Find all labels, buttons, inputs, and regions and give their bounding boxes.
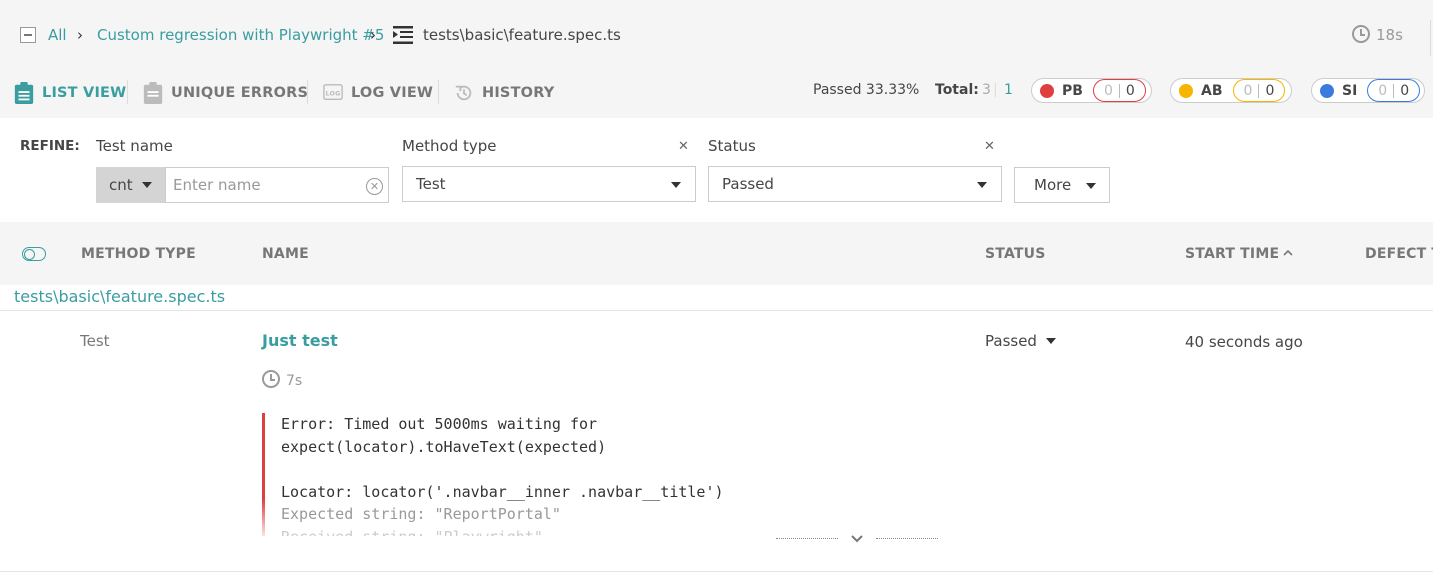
breadcrumb-launch-link[interactable]: Custom regression with Playwright #5 [97, 26, 384, 44]
error-line: expect(locator).toHaveText(expected) [281, 437, 607, 456]
divider: | [993, 82, 998, 98]
total-count: 3 [982, 82, 991, 98]
column-name[interactable]: NAME [262, 246, 309, 262]
error-log: Error: Timed out 5000ms waiting for expe… [281, 413, 724, 536]
column-status[interactable]: STATUS [985, 246, 1046, 262]
error-line: Received string: "Playwright" [281, 526, 724, 537]
test-name-label: Test name [96, 137, 173, 155]
breadcrumb-bar: All › Custom regression with Playwright … [0, 0, 1433, 70]
svg-text:LOG: LOG [326, 90, 341, 97]
defect-badge-pb[interactable]: PB 00 [1031, 78, 1152, 103]
tab-unique-errors[interactable]: UNIQUE ERRORS [143, 82, 308, 104]
more-filters-button[interactable]: More [1014, 167, 1110, 203]
status-dropdown[interactable]: Passed [985, 332, 1056, 350]
suite-path-row: tests\basic\feature.spec.ts [0, 285, 1433, 311]
error-line: Locator: locator('.navbar__inner .navbar… [281, 482, 724, 501]
test-name-link[interactable]: Just test [262, 331, 338, 350]
tab-list-view[interactable]: LIST VIEW [14, 82, 126, 104]
sort-asc-icon [1283, 249, 1293, 256]
error-line: Error: Timed out 5000ms waiting for [281, 415, 598, 433]
passed-rate: Passed 33.33% [813, 82, 920, 98]
error-line: Expected string: "ReportPortal" [281, 505, 561, 523]
log-icon: LOG [323, 84, 343, 101]
error-line [281, 458, 724, 481]
defect-badge-si[interactable]: SI 00 [1311, 78, 1425, 103]
chevron-right-icon: › [77, 26, 83, 44]
caret-down-icon [671, 182, 681, 188]
table-row: Test Just test 7s Error: Timed out 5000m… [0, 311, 1433, 572]
chevron-right-icon: › [370, 26, 376, 44]
total-label: Total: [935, 82, 979, 98]
refine-label: REFINE: [20, 138, 80, 154]
divider [876, 538, 938, 539]
method-type-label: Method type [402, 137, 497, 155]
error-marker [262, 413, 265, 536]
condition-dropdown[interactable]: cnt [96, 167, 166, 203]
column-defect-type[interactable]: DEFECT TY [1365, 246, 1433, 262]
tab-history[interactable]: HISTORY [454, 82, 554, 104]
defect-dot-icon [1179, 83, 1193, 98]
method-type-select[interactable]: Test [402, 166, 696, 202]
caret-down-icon [1086, 183, 1096, 189]
divider [127, 80, 128, 104]
caret-down-icon [977, 182, 987, 188]
caret-down-icon [141, 182, 152, 188]
clipboard-icon [14, 82, 34, 104]
history-icon [455, 85, 472, 101]
divider [776, 538, 838, 539]
refine-panel: REFINE: Test name cnt ✕ Method type ✕ Te… [0, 118, 1433, 222]
breadcrumb-all-link[interactable]: All [48, 26, 67, 44]
suite-list-icon [393, 26, 413, 44]
clipboard-icon [143, 82, 163, 104]
start-time-cell: 40 seconds ago [1185, 333, 1303, 351]
divider [1430, 20, 1431, 56]
tab-log-view[interactable]: LOG LOG VIEW [323, 82, 433, 104]
selected-count[interactable]: 1 [1004, 82, 1013, 98]
expand-chevron-icon[interactable] [850, 534, 864, 544]
test-name-input[interactable] [165, 167, 389, 203]
column-start-time[interactable]: START TIME [1185, 246, 1293, 262]
table-header: METHOD TYPE NAME STATUS START TIME DEFEC… [0, 222, 1433, 285]
defect-count: 00 [1367, 79, 1421, 102]
defect-count: 00 [1092, 79, 1146, 102]
remove-filter-icon[interactable]: ✕ [984, 139, 995, 154]
method-type-cell: Test [80, 332, 110, 350]
clear-icon[interactable]: ✕ [366, 178, 383, 195]
defect-dot-icon [1320, 83, 1334, 98]
divider [438, 80, 439, 104]
clock-icon [262, 370, 280, 388]
remove-filter-icon[interactable]: ✕ [678, 139, 689, 154]
defect-badge-ab[interactable]: AB 00 [1170, 78, 1292, 103]
breadcrumb-item: tests\basic\feature.spec.ts [423, 26, 621, 44]
status-select[interactable]: Passed [708, 166, 1002, 202]
status-label: Status [708, 137, 756, 155]
duration-label: 18s [1352, 25, 1403, 44]
defect-dot-icon [1040, 83, 1054, 98]
defect-count: 00 [1232, 79, 1286, 102]
select-all-checkbox[interactable] [20, 27, 36, 43]
test-duration: 7s [262, 370, 302, 389]
expand-toggle[interactable] [22, 247, 46, 261]
clock-icon [1352, 25, 1370, 43]
divider [307, 80, 308, 104]
caret-down-icon [1045, 338, 1056, 344]
suite-path-link[interactable]: tests\basic\feature.spec.ts [14, 287, 225, 306]
column-method-type[interactable]: METHOD TYPE [81, 246, 196, 262]
